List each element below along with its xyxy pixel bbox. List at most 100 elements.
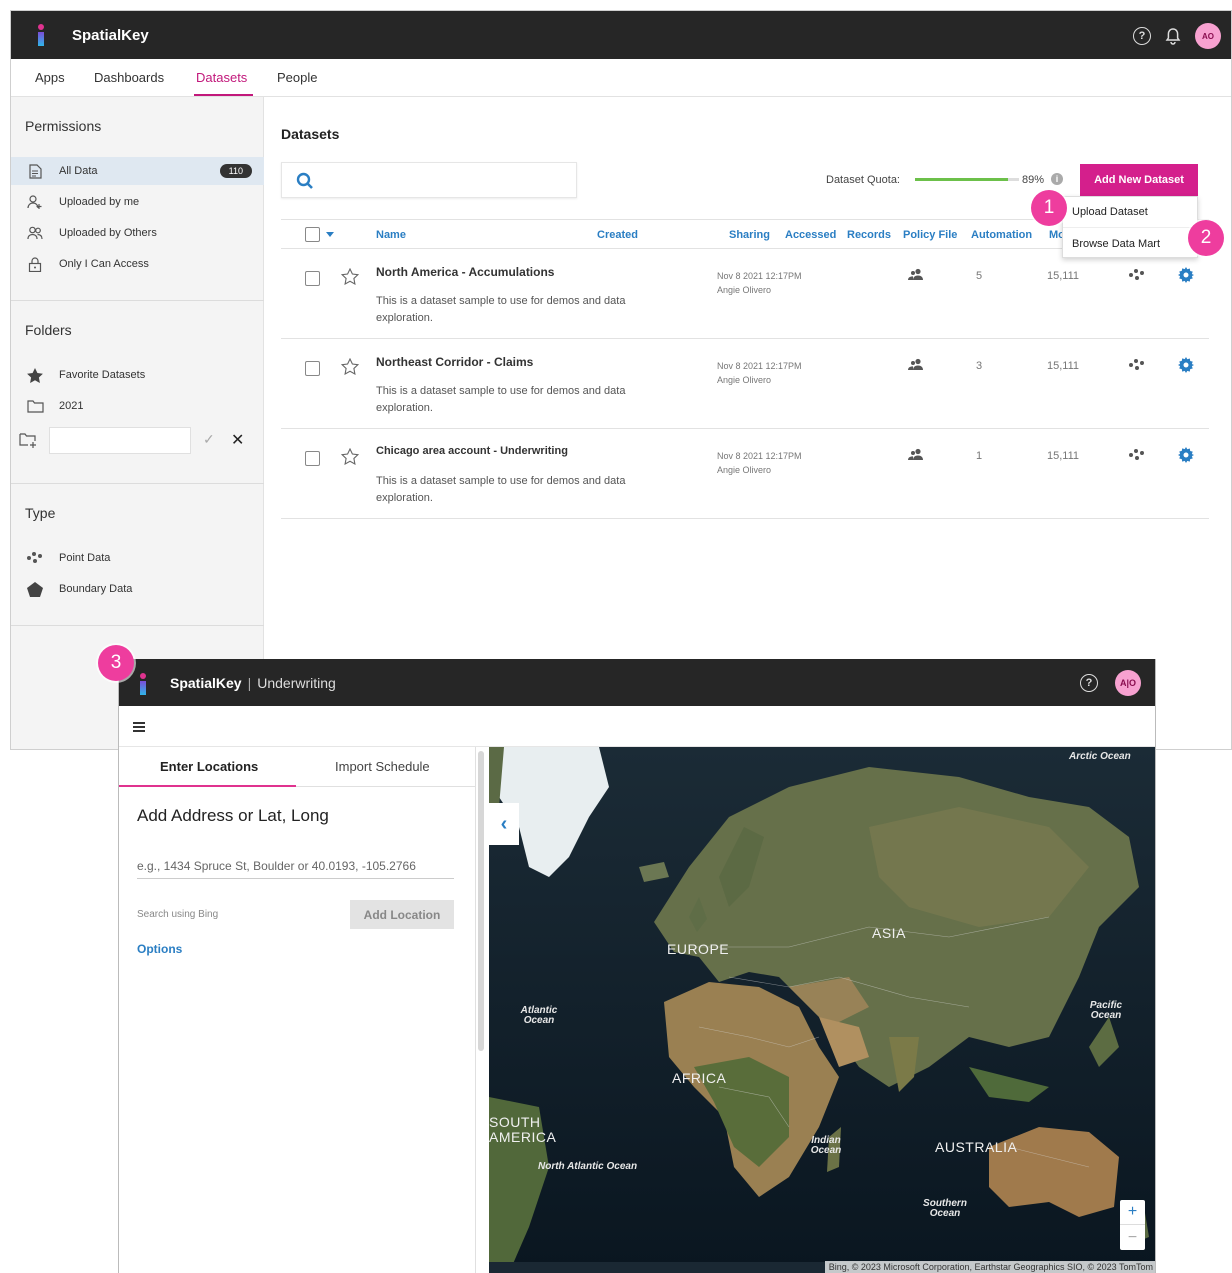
tab-import-schedule[interactable]: Import Schedule — [335, 759, 430, 774]
table-row[interactable]: North America - Accumulations This is a … — [281, 249, 1209, 339]
row-checkbox[interactable] — [305, 271, 320, 286]
tab-bar: Enter Locations Import Schedule — [119, 747, 476, 787]
column-header-accessed[interactable]: Accessed — [785, 229, 836, 241]
nav-apps[interactable]: Apps — [35, 70, 65, 85]
add-location-button[interactable]: Add Location — [350, 900, 454, 929]
automation-count: 5 — [976, 270, 983, 282]
dataset-description: This is a dataset sample to use for demo… — [376, 475, 626, 504]
menu-item-upload-dataset[interactable]: Upload Dataset — [1063, 197, 1197, 228]
dataset-description: This is a dataset sample to use for demo… — [376, 385, 626, 414]
sidebar-item-boundary-data[interactable]: Boundary Data — [11, 575, 264, 603]
search-input[interactable] — [281, 162, 577, 198]
table-row[interactable]: Northeast Corridor - Claims This is a da… — [281, 339, 1209, 429]
page-title: Datasets — [281, 126, 340, 142]
divider — [11, 483, 264, 484]
gear-icon[interactable] — [1178, 357, 1194, 373]
sidebar-item-favorite-datasets[interactable]: Favorite Datasets — [11, 361, 264, 389]
step-callout-3: 3 — [98, 645, 134, 681]
gear-icon[interactable] — [1178, 267, 1194, 283]
sidebar-item-uploaded-by-others[interactable]: Uploaded by Others — [11, 219, 264, 247]
column-header-policy-file[interactable]: Policy File — [903, 229, 957, 241]
top-bar: SpatialKey ? AO — [11, 11, 1231, 59]
map-label-australia: AUSTRALIA — [935, 1139, 1018, 1155]
gear-icon[interactable] — [1178, 447, 1194, 463]
sidebar-item-uploaded-by-me[interactable]: Uploaded by me — [11, 188, 264, 216]
quota-label: Dataset Quota: — [826, 174, 900, 186]
star-outline-icon[interactable] — [341, 358, 359, 375]
sharing-users-icon[interactable] — [908, 268, 924, 280]
sharing-users-icon[interactable] — [908, 358, 924, 370]
collapse-panel-chevron-left-icon[interactable]: ‹ — [489, 803, 519, 845]
world-map[interactable]: ‹ Arctic Ocean Atlantic Ocean Pacific Oc… — [489, 747, 1155, 1273]
column-header-records[interactable]: Records — [847, 229, 891, 241]
row-checkbox[interactable] — [305, 451, 320, 466]
menu-item-browse-data-mart[interactable]: Browse Data Mart — [1063, 228, 1197, 259]
automation-count: 3 — [976, 360, 983, 372]
column-header-automation[interactable]: Automation — [971, 229, 1032, 241]
top-bar: SpatialKey | Underwriting ? A|O — [119, 659, 1155, 706]
sidebar: Permissions All Data 110 Uploaded by me … — [11, 97, 264, 749]
automation-count: 1 — [976, 450, 983, 462]
nav-people[interactable]: People — [277, 70, 317, 85]
table-row[interactable]: Chicago area account - Underwriting This… — [281, 429, 1209, 519]
new-folder-input[interactable] — [49, 427, 191, 454]
dataset-name[interactable]: North America - Accumulations — [376, 265, 554, 279]
app-brand: SpatialKey | Underwriting — [170, 675, 336, 691]
sidebar-item-folder-2021[interactable]: 2021 — [11, 392, 264, 420]
map-label-indian-ocean: Indian Ocean — [810, 1135, 842, 1156]
column-header-sharing[interactable]: Sharing — [729, 229, 770, 241]
star-outline-icon[interactable] — [341, 448, 359, 465]
address-input[interactable]: e.g., 1434 Spruce St, Boulder or 40.0193… — [137, 848, 454, 879]
map-label-arctic-ocean: Arctic Ocean — [1069, 751, 1131, 762]
options-link[interactable]: Options — [137, 942, 182, 956]
locations-panel: Enter Locations Import Schedule Add Addr… — [119, 747, 476, 1273]
map-label-southern-ocean: Southern Ocean — [923, 1198, 967, 1219]
point-data-icon — [1129, 269, 1144, 280]
row-checkbox[interactable] — [305, 361, 320, 376]
star-filled-icon — [26, 367, 44, 384]
zoom-in-button[interactable]: + — [1120, 1200, 1145, 1225]
panel-scrollbar[interactable] — [478, 751, 484, 1051]
caret-down-icon[interactable] — [326, 232, 334, 237]
quota-progress-bar — [915, 178, 1019, 181]
new-folder-icon[interactable] — [19, 432, 37, 453]
bell-icon[interactable] — [1165, 27, 1181, 45]
dataset-name[interactable]: Chicago area account - Underwriting — [376, 445, 568, 457]
close-icon[interactable]: ✕ — [231, 430, 244, 450]
zoom-control: + − — [1120, 1200, 1145, 1250]
select-all-checkbox[interactable] — [305, 227, 320, 242]
info-icon[interactable]: i — [1051, 173, 1063, 185]
point-data-icon — [1129, 359, 1144, 370]
sharing-users-icon[interactable] — [908, 448, 924, 460]
map-label-africa: AFRICA — [672, 1070, 727, 1086]
star-outline-icon[interactable] — [341, 268, 359, 285]
satellite-map-image — [489, 747, 1155, 1273]
help-icon[interactable]: ? — [1133, 27, 1151, 45]
confirm-check-icon[interactable]: ✓ — [203, 431, 215, 448]
sidebar-item-only-i-can-access[interactable]: Only I Can Access — [11, 250, 264, 278]
sidebar-item-label: Uploaded by Others — [59, 227, 157, 239]
spatialkey-logo-icon — [37, 24, 45, 46]
column-header-created[interactable]: Created — [597, 229, 638, 241]
main-nav: Apps Dashboards Datasets People — [11, 59, 1231, 97]
user-plus-icon — [26, 194, 44, 210]
map-label-atlantic-ocean: Atlantic Ocean — [520, 1005, 558, 1026]
user-avatar[interactable]: AO — [1195, 23, 1221, 49]
folders-heading: Folders — [25, 322, 72, 338]
dataset-name[interactable]: Northeast Corridor - Claims — [376, 355, 533, 369]
nav-datasets[interactable]: Datasets — [196, 70, 247, 85]
user-avatar[interactable]: A|O — [1115, 670, 1141, 696]
sidebar-item-all-data[interactable]: All Data 110 — [11, 157, 264, 185]
add-new-dataset-button[interactable]: Add New Dataset — [1080, 164, 1198, 196]
help-icon[interactable]: ? — [1080, 674, 1098, 692]
tab-enter-locations[interactable]: Enter Locations — [160, 759, 258, 774]
zoom-out-button[interactable]: − — [1120, 1225, 1145, 1250]
sidebar-item-point-data[interactable]: Point Data — [11, 544, 264, 572]
hamburger-menu-icon[interactable] — [133, 722, 145, 734]
spatialkey-logo-icon — [139, 673, 147, 695]
app-brand: SpatialKey — [72, 27, 149, 44]
nav-dashboards[interactable]: Dashboards — [94, 70, 164, 85]
section-heading: Add Address or Lat, Long — [137, 806, 329, 825]
column-header-name[interactable]: Name — [376, 229, 406, 241]
sidebar-item-label: All Data — [59, 165, 98, 177]
